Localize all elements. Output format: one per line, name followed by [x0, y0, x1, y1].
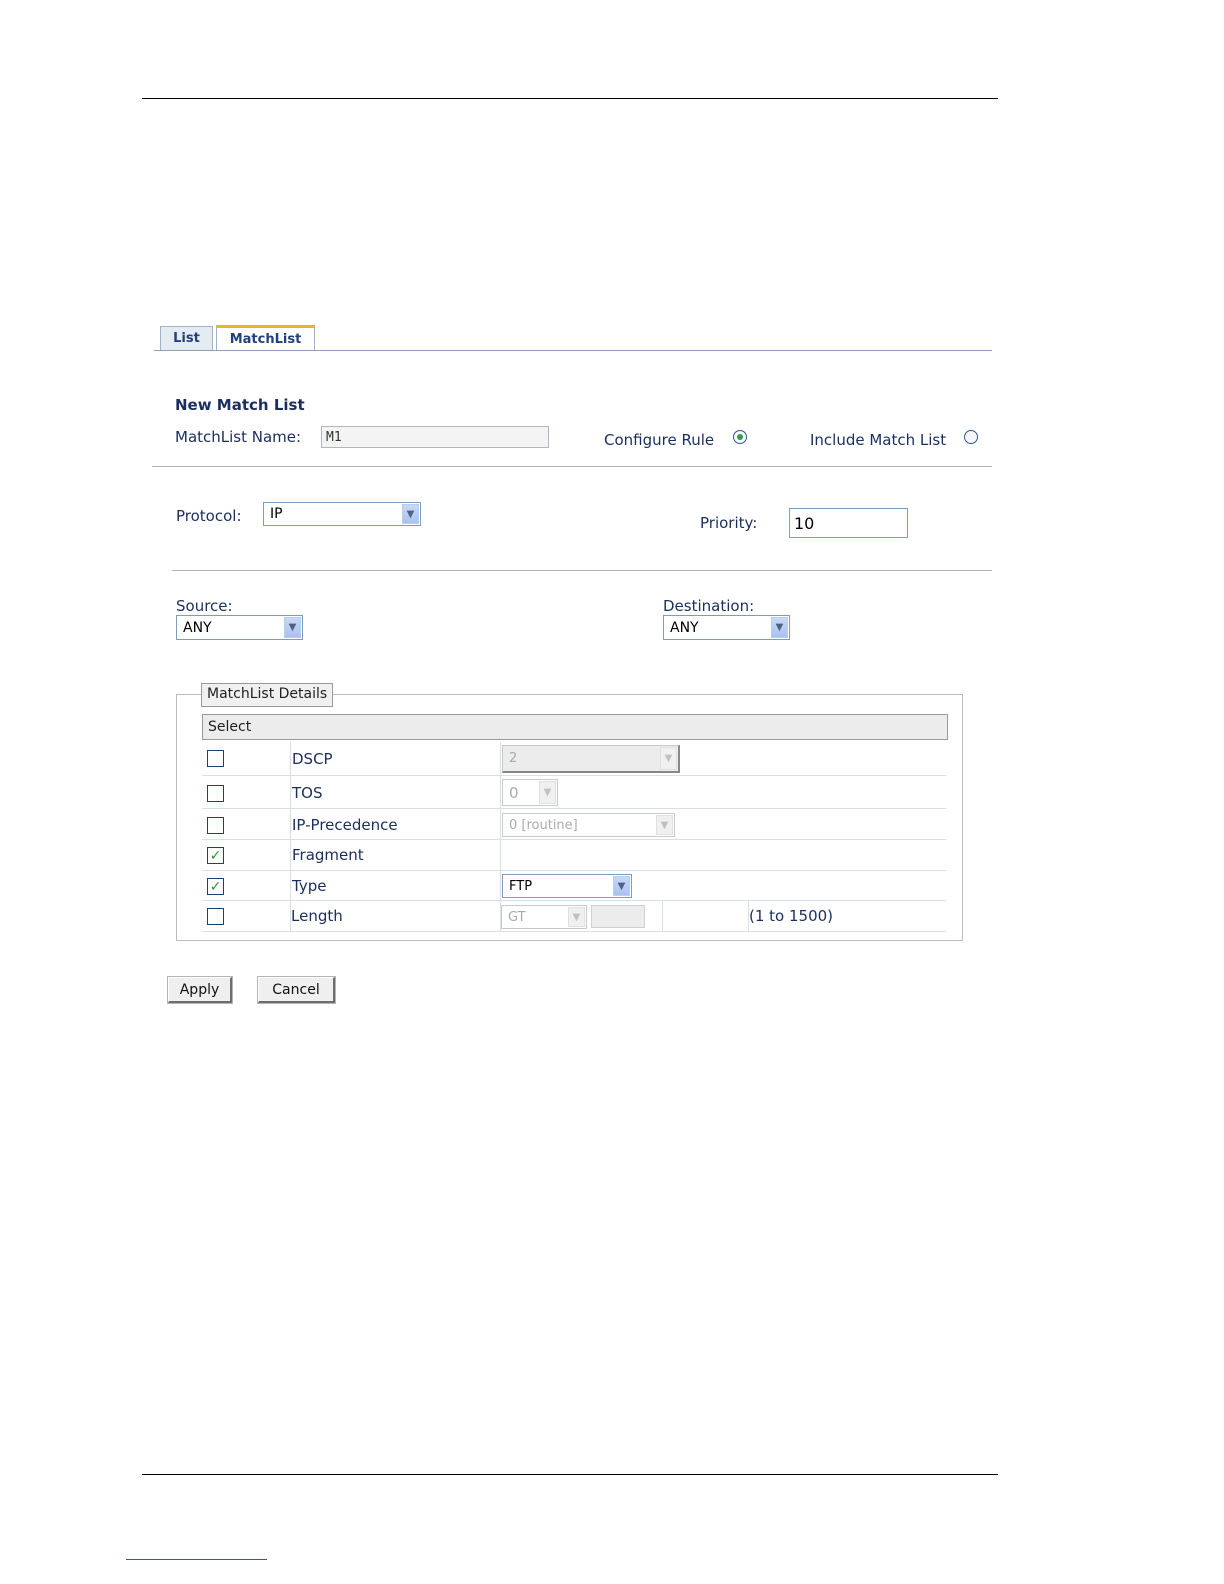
details-table-header: Select: [202, 714, 948, 740]
protocol-select-value: IP: [270, 506, 283, 522]
tos-select[interactable]: 0 ▼: [502, 779, 558, 806]
bottom-page-rule: [142, 1474, 998, 1475]
divider-2: [172, 570, 992, 571]
destination-label: Destination:: [663, 597, 755, 615]
chevron-down-icon: ▼: [613, 876, 630, 896]
column-divider: [290, 871, 291, 900]
length-value-input[interactable]: [591, 905, 645, 928]
tab-strip-line: [154, 350, 992, 351]
table-row-fragment: ✓ Fragment: [202, 840, 946, 871]
type-select[interactable]: FTP ▼: [502, 874, 632, 898]
length-operator-value: GT: [508, 909, 526, 925]
column-divider: [290, 742, 291, 775]
fragment-label: Fragment: [292, 846, 364, 864]
include-match-list-radio[interactable]: [964, 430, 978, 444]
include-match-list-label: Include Match List: [810, 431, 947, 449]
chevron-down-icon: ▼: [656, 815, 673, 835]
length-range-hint: (1 to 1500): [749, 907, 834, 925]
column-divider: [662, 901, 663, 931]
source-select[interactable]: ANY ▼: [176, 615, 303, 640]
column-divider: [290, 776, 291, 808]
dscp-select[interactable]: 2 ▼: [502, 745, 680, 773]
configure-rule-radio[interactable]: [733, 430, 747, 444]
source-label: Source:: [176, 597, 233, 615]
configure-rule-label: Configure Rule: [604, 431, 715, 449]
chevron-down-icon: ▼: [771, 617, 788, 638]
chevron-down-icon: ▼: [539, 781, 556, 804]
matchlist-name-input[interactable]: [321, 426, 549, 448]
protocol-label: Protocol:: [176, 507, 242, 525]
ip-precedence-select-value: 0 [routine]: [509, 817, 578, 833]
type-label: Type: [292, 877, 327, 895]
source-select-value: ANY: [183, 619, 212, 636]
column-divider: [290, 840, 291, 870]
protocol-select[interactable]: IP ▼: [263, 502, 421, 526]
tos-checkbox[interactable]: [207, 785, 224, 802]
section-title: New Match List: [175, 396, 305, 414]
tab-matchlist[interactable]: MatchList: [216, 325, 315, 351]
check-icon: ✓: [209, 847, 222, 864]
priority-input[interactable]: [789, 508, 908, 538]
cancel-button[interactable]: Cancel: [257, 976, 336, 1004]
table-row-type: ✓ Type FTP ▼: [202, 871, 946, 901]
fragment-checkbox[interactable]: ✓: [207, 847, 224, 864]
apply-button[interactable]: Apply: [167, 976, 233, 1004]
tos-label: TOS: [292, 784, 323, 802]
matchlist-name-label: MatchList Name:: [175, 428, 302, 446]
length-label: Length: [291, 907, 343, 925]
ip-precedence-label: IP-Precedence: [292, 816, 398, 834]
chevron-down-icon: ▼: [284, 617, 301, 638]
table-row-length: Length GT ▼ (1 to 1500): [202, 901, 946, 932]
type-checkbox[interactable]: ✓: [207, 878, 224, 895]
dscp-checkbox[interactable]: [207, 750, 224, 767]
chevron-down-icon: ▼: [568, 907, 585, 927]
ip-precedence-checkbox[interactable]: [207, 817, 224, 834]
column-divider: [500, 776, 501, 808]
table-row-dscp: DSCP 2 ▼: [202, 742, 946, 776]
table-row-tos: TOS 0 ▼: [202, 776, 946, 809]
dscp-label: DSCP: [292, 750, 333, 768]
column-divider: [500, 840, 501, 870]
column-divider: [290, 809, 291, 839]
tos-select-value: 0: [509, 783, 519, 802]
type-select-value: FTP: [509, 878, 533, 894]
radio-selected-dot: [737, 434, 743, 440]
chevron-down-icon: ▼: [402, 504, 419, 524]
divider-1: [152, 466, 992, 467]
ip-precedence-select[interactable]: 0 [routine] ▼: [502, 813, 675, 837]
column-divider: [500, 742, 501, 775]
chevron-down-icon: ▼: [660, 747, 677, 770]
dscp-select-value: 2: [509, 751, 518, 766]
length-checkbox[interactable]: [207, 908, 224, 925]
column-divider: [500, 809, 501, 839]
tab-list[interactable]: List: [160, 326, 213, 350]
destination-select-value: ANY: [670, 619, 699, 636]
top-page-rule: [142, 98, 998, 99]
priority-label: Priority:: [700, 514, 758, 532]
matchlist-details-legend: MatchList Details: [201, 683, 334, 707]
table-row-ip-precedence: IP-Precedence 0 [routine] ▼: [202, 809, 946, 840]
footer-link-underline: [126, 1559, 267, 1560]
length-operator-select[interactable]: GT ▼: [501, 905, 587, 929]
column-divider: [500, 871, 501, 900]
destination-select[interactable]: ANY ▼: [663, 615, 790, 640]
check-icon: ✓: [209, 878, 222, 895]
